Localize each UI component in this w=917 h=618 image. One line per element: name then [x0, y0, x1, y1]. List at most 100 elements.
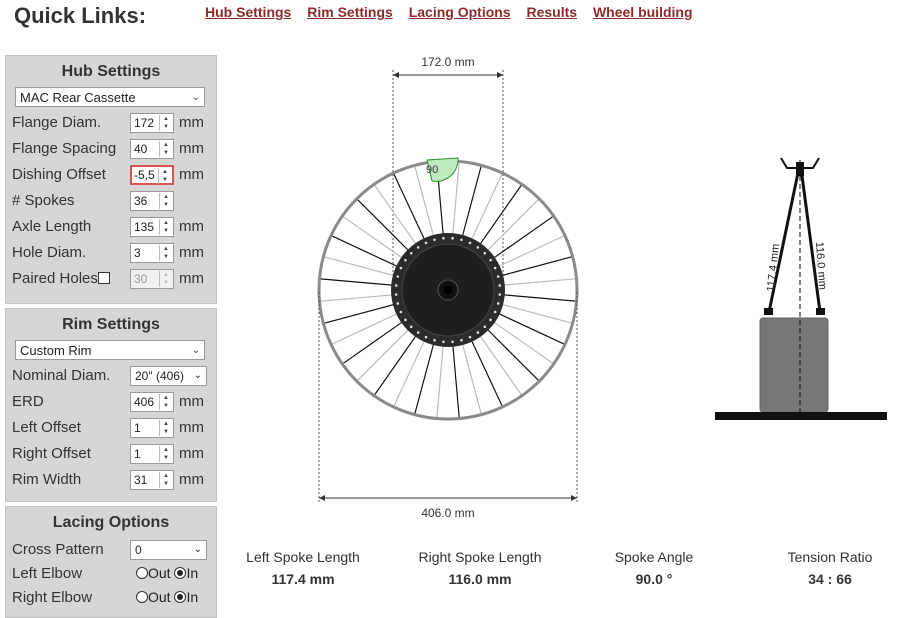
spinner-icon[interactable]: ▲ ▼ — [159, 141, 172, 157]
spoke-line — [436, 162, 444, 236]
link-wheel-building[interactable]: Wheel building — [593, 4, 693, 20]
right-offset-input[interactable]: 1 ▲ ▼ — [130, 444, 174, 464]
nominal-diam-value: 20" (406) — [135, 369, 184, 383]
spinner-icon[interactable]: ▲ ▼ — [159, 420, 172, 436]
result-label: Left Spoke Length — [246, 549, 360, 565]
unit-label: mm — [179, 114, 204, 131]
rim-dimension-text: 406.0 mm — [421, 506, 474, 520]
spokes-input[interactable]: 36 ▲ ▼ — [130, 191, 174, 211]
link-hub-settings[interactable]: Hub Settings — [205, 4, 291, 20]
rim-side — [780, 157, 820, 169]
spoke-angle-marker — [426, 157, 459, 182]
hub-hole — [396, 302, 400, 305]
left-elbow-out-radio[interactable] — [136, 567, 148, 579]
left-spoke-side — [767, 167, 801, 313]
spinner-icon[interactable]: ▲ ▼ — [159, 394, 172, 410]
spoke-line — [502, 278, 576, 286]
paired-holes-checkbox[interactable] — [97, 272, 110, 284]
spinner-icon[interactable]: ▲ ▼ — [159, 115, 172, 131]
result-left-spoke: Left Spoke Length 117.4 mm — [238, 549, 368, 587]
left-spoke-side-text: 117.4 mm — [765, 243, 782, 292]
erd-input[interactable]: 406 ▲ ▼ — [130, 392, 174, 412]
hub-field-row: Axle Length 135 ▲ ▼ mm — [6, 215, 216, 241]
flange-spacing-input[interactable]: 40 ▲ ▼ — [130, 139, 174, 159]
result-tension-ratio: Tension Ratio 34 : 66 — [775, 549, 885, 587]
right-elbow-radios: Out In — [136, 589, 198, 605]
hub-hole — [476, 246, 480, 249]
dishing-offset-value: -5,5 — [134, 168, 155, 182]
spoke-line — [331, 235, 399, 268]
rim-width-label: Rim Width — [12, 471, 82, 488]
dimension-arrows — [393, 72, 503, 78]
cross-pattern-select[interactable]: 0 ⌄ — [130, 540, 207, 560]
spinner-icon[interactable]: ▲ ▼ — [158, 168, 171, 184]
spinner-icon[interactable]: ▲ ▼ — [159, 245, 172, 261]
left-offset-input[interactable]: 1 ▲ ▼ — [130, 418, 174, 438]
hub-hole — [399, 310, 403, 314]
spoke-line — [342, 216, 404, 259]
hub-field-row: Flange Spacing 40 ▲ ▼ mm — [6, 137, 216, 163]
spoke-line — [374, 184, 417, 246]
hub-hole — [404, 258, 407, 262]
flange-diam-input[interactable]: 172 ▲ ▼ — [130, 113, 174, 133]
hub-preset-value: MAC Rear Cassette — [20, 90, 136, 105]
link-rim-settings[interactable]: Rim Settings — [307, 4, 393, 20]
chevron-down-icon: ⌄ — [191, 92, 200, 103]
hub-settings-panel: Hub Settings MAC Rear Cassette ⌄ Flange … — [5, 55, 217, 304]
link-results[interactable]: Results — [526, 4, 577, 20]
spinner-icon[interactable]: ▲ ▼ — [159, 446, 172, 462]
paired-holes-text: Paired Holes — [12, 270, 98, 287]
hub-preset-select[interactable]: MAC Rear Cassette ⌄ — [15, 87, 205, 107]
axle-length-input[interactable]: 135 ▲ ▼ — [130, 217, 174, 237]
result-right-spoke: Right Spoke Length 116.0 mm — [410, 549, 550, 587]
spoke-line — [500, 303, 572, 324]
hole-diam-input[interactable]: 3 ▲ ▼ — [130, 243, 174, 263]
rim-preset-select[interactable]: Custom Rim ⌄ — [15, 340, 205, 360]
rim-width-input[interactable]: 31 ▲ ▼ — [130, 470, 174, 490]
hub-side-body — [759, 317, 829, 413]
spoke-line — [497, 235, 565, 268]
spinner-icon[interactable]: ▲ ▼ — [159, 472, 172, 488]
hub-hole — [483, 325, 487, 329]
spoke-line — [393, 339, 426, 407]
link-lacing-options[interactable]: Lacing Options — [409, 4, 511, 20]
spinner-icon[interactable]: ▲ ▼ — [159, 219, 172, 235]
hub-field-row: # Spokes 36 ▲ ▼ — [6, 189, 216, 215]
result-label: Tension Ratio — [787, 549, 873, 565]
result-label: Right Spoke Length — [418, 549, 542, 565]
in-label: In — [186, 565, 199, 581]
spoke-line — [461, 342, 482, 414]
hub-field-row: Dishing Offset -5,5 ▲ ▼ mm — [6, 163, 216, 189]
flange-right — [816, 308, 825, 315]
right-elbow-in-radio[interactable] — [174, 591, 187, 603]
hub-settings-title: Hub Settings — [61, 63, 161, 80]
hub-hole — [498, 284, 502, 287]
flange-diam-value: 172 — [134, 116, 155, 130]
left-elbow-in-radio[interactable] — [174, 567, 187, 579]
hub-hole — [399, 266, 403, 270]
rim-field-row: Left Offset 1 ▲ ▼ mm — [6, 416, 216, 442]
cross-pattern-label: Cross Pattern — [12, 541, 104, 558]
hub-hole — [416, 246, 420, 249]
right-spoke-side-text: 116.0 mm — [813, 241, 828, 290]
hub-field-row: Paired Holes 30 ▲ ▼ mm — [6, 267, 216, 293]
left-offset-label: Left Offset — [12, 419, 81, 436]
dishing-offset-input[interactable]: -5,5 ▲ ▼ — [130, 165, 174, 185]
spoke-line — [461, 166, 482, 238]
spinner-icon[interactable]: ▲ ▼ — [159, 193, 172, 209]
nominal-diam-select[interactable]: 20" (406) ⌄ — [130, 366, 207, 386]
axle-length-value: 135 — [134, 220, 155, 234]
spoke-line — [324, 256, 396, 277]
hub-hole — [424, 335, 428, 339]
dimension-arrows — [319, 495, 577, 501]
lacing-options-panel: Lacing Options Cross Pattern 0 ⌄ Left Elb… — [5, 506, 217, 618]
right-elbow-out-radio[interactable] — [136, 591, 148, 603]
result-value: 90.0 ° — [635, 571, 673, 587]
left-elbow-radios: Out In — [136, 565, 198, 581]
spoke-line — [324, 303, 396, 324]
hub-field-row: Flange Diam. 172 ▲ ▼ mm — [6, 111, 216, 137]
hub-hole — [394, 293, 398, 296]
result-label: Spoke Angle — [614, 549, 694, 565]
axle-length-label: Axle Length — [12, 218, 92, 235]
hub-holes-group — [394, 236, 502, 344]
